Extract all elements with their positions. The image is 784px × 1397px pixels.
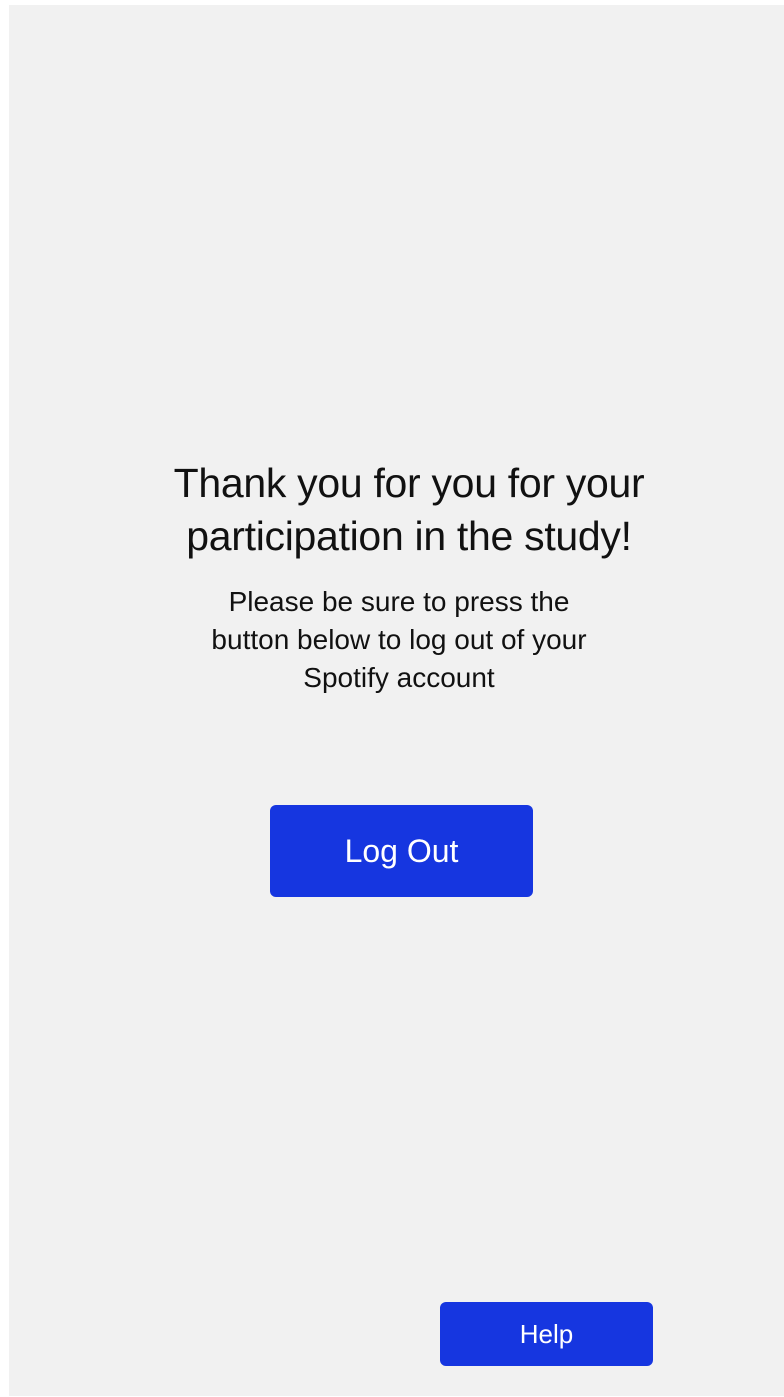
thank-you-screen: Thank you for you for your participation… — [9, 5, 784, 1396]
logout-button[interactable]: Log Out — [270, 805, 533, 897]
instructions-line-2: button below to log out of your — [211, 624, 587, 655]
help-button-label: Help — [519, 1318, 574, 1349]
logout-instructions: Please be sure to press the button below… — [9, 583, 784, 697]
instructions-line-3: Spotify account — [303, 662, 495, 693]
page-title: Thank you for you for your participation… — [9, 457, 784, 563]
help-button[interactable]: Help — [440, 1302, 653, 1366]
page-title-line-2: participation in the study! — [186, 513, 632, 559]
logout-button-label: Log Out — [344, 832, 459, 869]
page-title-line-1: Thank you for you for your — [173, 460, 645, 506]
instructions-line-1: Please be sure to press the — [228, 586, 570, 617]
